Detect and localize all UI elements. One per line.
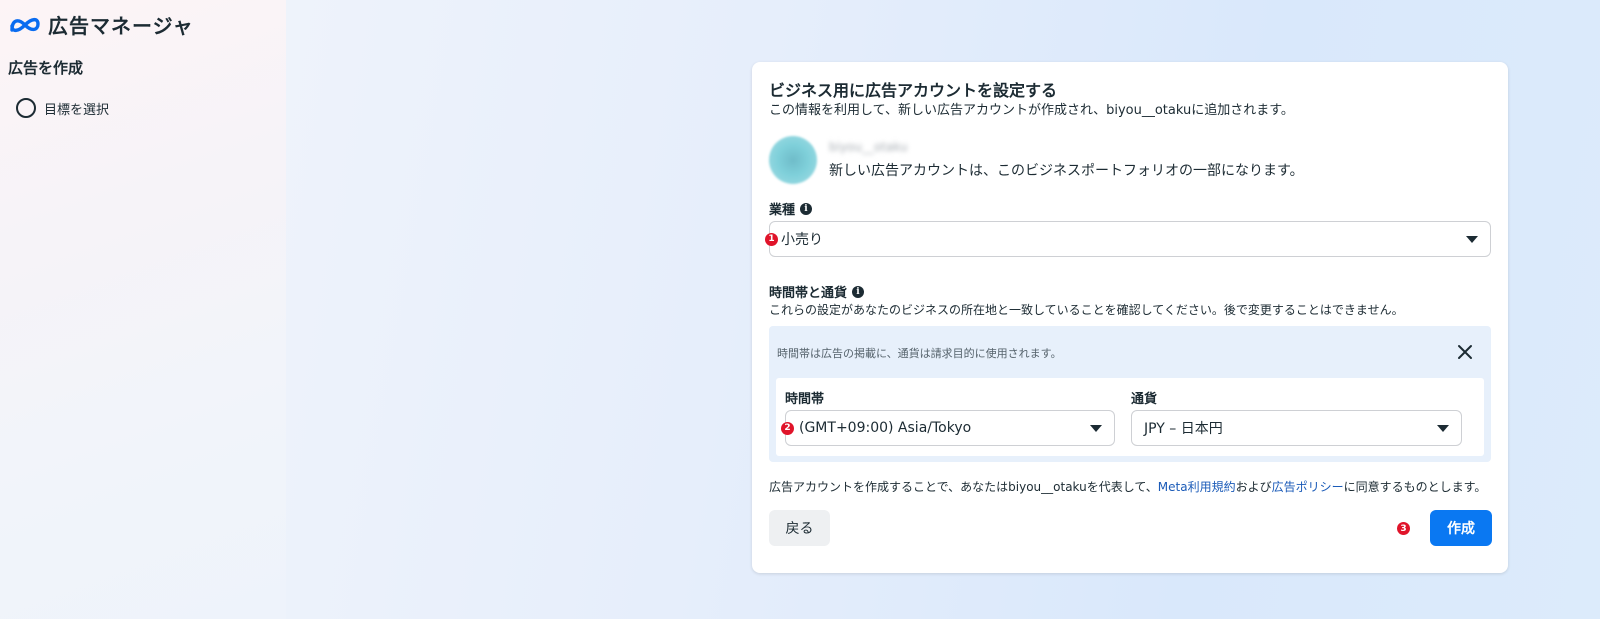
terms-middle: および: [1235, 480, 1272, 494]
step-badge: 2: [781, 421, 794, 435]
create-button[interactable]: 作成: [1430, 510, 1492, 546]
terms-prefix: 広告アカウントを作成することで、あなたはbiyou__otakuを代表して、: [769, 480, 1158, 494]
terms-suffix: に同意するものとします。: [1343, 480, 1487, 494]
card-title: ビジネス用に広告アカウントを設定する: [769, 81, 1058, 100]
tz-currency-label-row: 時間帯と通貨 i: [769, 282, 865, 301]
currency-value: JPY – 日本円: [1144, 421, 1223, 437]
circle-outline-icon: [16, 98, 36, 118]
avatar: [769, 136, 817, 184]
step-badge: 1: [765, 232, 778, 246]
sidebar-heading: 広告を作成: [8, 59, 84, 77]
caret-down-icon: [1437, 424, 1449, 432]
ad-account-setup-card: ビジネス用に広告アカウントを設定する この情報を利用して、新しい広告アカウントが…: [752, 62, 1508, 573]
industry-select[interactable]: 1 小売り: [765, 221, 1491, 257]
ad-policy-link[interactable]: 広告ポリシー: [1272, 480, 1344, 494]
info-icon[interactable]: i: [800, 202, 813, 215]
tz-currency-fields: 時間帯 通貨 2 (GMT+09:00) Asia/Tokyo JPY – 日本…: [776, 378, 1484, 456]
tz-note: 時間帯は広告の掲載に、通貨は請求目的に使用されます。: [777, 347, 1062, 360]
close-icon[interactable]: [1455, 342, 1475, 362]
app-title: 広告マネージャ: [48, 14, 194, 38]
industry-select-content: 1 小売り: [765, 229, 823, 249]
info-icon[interactable]: i: [852, 285, 865, 298]
account-description: 新しい広告アカウントは、このビジネスポートフォリオの一部になります。: [829, 163, 1304, 179]
currency-label: 通貨: [1131, 392, 1158, 407]
sidebar: 広告マネージャ 広告を作成 目標を選択: [0, 0, 286, 619]
meta-terms-link[interactable]: Meta利用規約: [1158, 480, 1236, 494]
sidebar-step-objective[interactable]: 目標を選択: [16, 98, 109, 118]
timezone-label: 時間帯: [785, 392, 825, 407]
timezone-value: (GMT+09:00) Asia/Tokyo: [799, 420, 972, 436]
timezone-select-content: 2 (GMT+09:00) Asia/Tokyo: [781, 420, 972, 436]
tz-currency-description: これらの設定があなたのビジネスの所在地と一致していることを確認してください。後で…: [769, 303, 1404, 317]
industry-label: 業種: [769, 203, 796, 218]
step-badge: 3: [1397, 522, 1410, 535]
caret-down-icon: [1466, 235, 1478, 243]
caret-down-icon: [1090, 424, 1102, 432]
terms-text: 広告アカウントを作成することで、あなたはbiyou__otakuを代表して、Me…: [769, 478, 1486, 495]
currency-select[interactable]: JPY – 日本円: [1131, 410, 1462, 446]
tz-currency-panel: 時間帯は広告の掲載に、通貨は請求目的に使用されます。 時間帯 通貨 2 (GMT…: [769, 326, 1491, 462]
sidebar-step-label: 目標を選択: [44, 102, 110, 118]
tz-currency-label: 時間帯と通貨: [769, 286, 848, 301]
industry-label-row: 業種 i: [769, 199, 813, 218]
back-button[interactable]: 戻る: [769, 510, 830, 546]
account-name: biyou__otaku: [829, 140, 908, 154]
meta-logo-icon: [10, 17, 40, 32]
app-header: 広告マネージャ: [8, 10, 194, 39]
timezone-select[interactable]: 2 (GMT+09:00) Asia/Tokyo: [781, 410, 1115, 446]
card-subtitle: この情報を利用して、新しい広告アカウントが作成され、biyou__otakuに追…: [769, 103, 1294, 118]
industry-value: 小売り: [781, 232, 823, 248]
